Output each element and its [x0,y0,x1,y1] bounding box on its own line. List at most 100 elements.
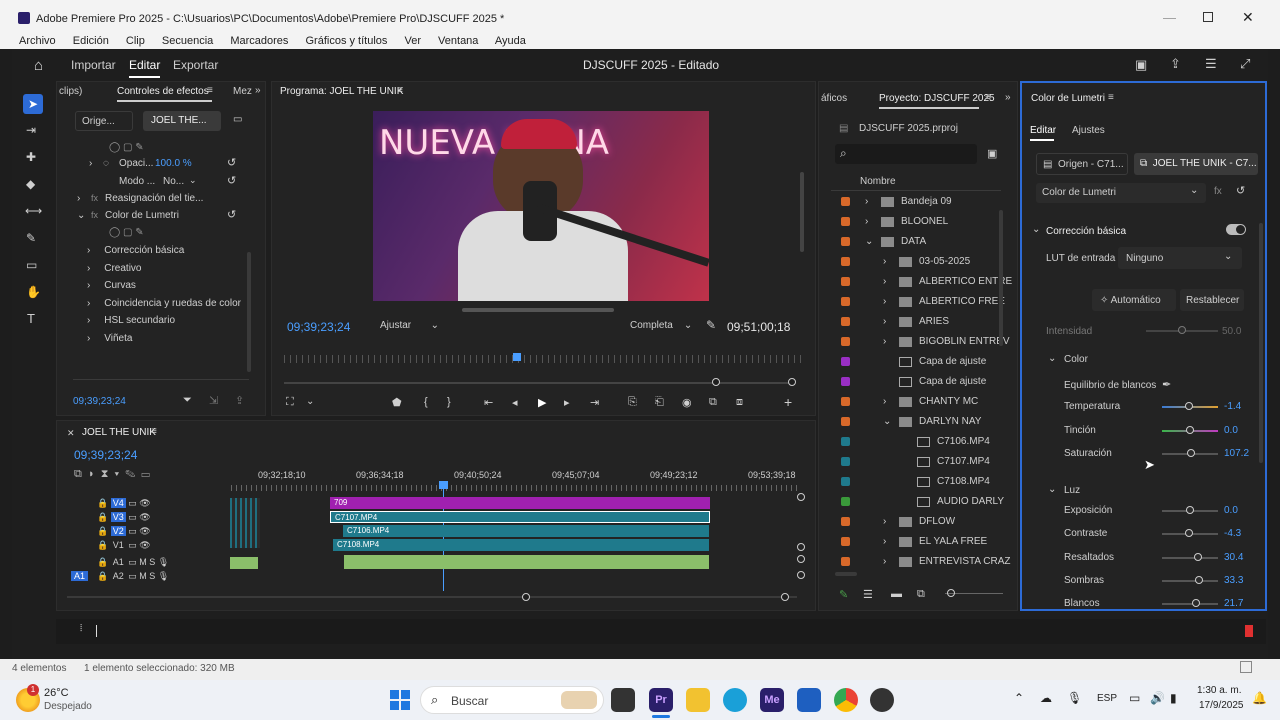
slider-knob[interactable] [1194,552,1203,561]
status-icon[interactable] [1240,661,1252,673]
tab-settings-lumetri[interactable]: Ajustes [1072,125,1105,136]
clip-v4[interactable]: 709 [330,497,710,509]
more-panels-icon[interactable]: » [255,85,261,96]
text-tool-icon[interactable]: T [27,311,35,326]
label-color-swatch[interactable] [841,337,850,346]
timeline-hscroll[interactable] [67,596,797,598]
clip-v3[interactable]: C7107.MP4 [330,511,710,523]
effects-scrollbar[interactable] [247,252,251,372]
maximize-icon[interactable] [1203,12,1213,22]
menu-archivo[interactable]: Archivo [19,35,56,47]
timeline-ruler[interactable]: 09;32;18;10 09;36;34;18 09;40;50;24 09;45;0… [231,467,801,487]
store-icon[interactable] [797,688,821,712]
label-color-swatch[interactable] [841,377,850,386]
project-search-input[interactable] [835,144,977,164]
clip-v2[interactable]: C7106.MP4 [343,525,709,537]
battery-icon[interactable]: ▮ [1170,691,1177,705]
track-v4-controls[interactable]: 🔒 V4 ▭ 👁 [97,498,151,509]
slider-value[interactable]: 33.3 [1224,575,1243,586]
close-sequence-icon[interactable]: ✕ [67,428,75,439]
tab-mez[interactable]: Mez [233,86,252,97]
reset-lumetri-icon[interactable]: ↺ [227,208,236,221]
menu-ayuda[interactable]: Ayuda [495,35,526,47]
tab-edit-lumetri[interactable]: Editar [1030,125,1056,136]
project-hscroll[interactable] [835,572,857,576]
slider-knob[interactable] [1184,529,1193,538]
lumetri-item-wheels[interactable]: › Coincidencia y ruedas de color [87,298,241,309]
sequence-tab[interactable]: JOEL THE... [143,111,221,131]
sequence-menu-icon[interactable]: ≡ [151,426,157,437]
expand-arrow-icon[interactable]: › [865,196,868,207]
intensity-value[interactable]: 50.0 [1222,326,1241,337]
project-item[interactable]: ⌄ DARLYN NAY [819,412,1004,432]
mark-out-icon[interactable]: } [447,396,451,408]
ripple-icon[interactable]: ⇲ [209,394,218,407]
slider-knob[interactable] [1184,402,1193,410]
expand-arrow-icon[interactable]: › [883,536,886,547]
menu-ver[interactable]: Ver [404,35,421,47]
project-item[interactable]: › BLOONEL [819,212,1004,232]
lumetri-seq-tab[interactable]: ⧉ JOEL THE UNIK - C7... [1134,153,1258,175]
short-clips-cluster[interactable] [230,498,260,548]
selection-tool-icon[interactable]: ➤ [23,94,43,114]
lumetri-item-curves[interactable]: › Curvas [87,280,136,291]
comparison-view-icon[interactable]: ⧉ [709,396,717,409]
v-zoom-top[interactable] [797,493,805,501]
rectangle-icon[interactable]: ▭ [26,258,37,272]
fit-dropdown[interactable]: Ajustar ⌄ [380,320,439,331]
edit-tab[interactable]: Editar [129,58,160,72]
tab-effect-controls[interactable]: Controles de efectos [117,86,209,97]
label-color-swatch[interactable] [841,237,850,246]
timeline-timecode[interactable]: 09;39;23;24 [74,448,137,462]
project-item[interactable]: AUDIO DARLY [819,492,1004,512]
slider-value[interactable]: 21.7 [1224,598,1243,609]
new-bin-icon[interactable]: ▣ [987,147,997,160]
zoom-handle-left[interactable] [712,378,720,386]
quick-export-icon[interactable]: ▣ [1135,57,1147,73]
project-item[interactable]: C7108.MP4 [819,472,1004,492]
program-menu-icon[interactable]: ≡ [397,85,403,96]
v-zoom-bottom[interactable] [797,571,805,579]
v-zoom-mid[interactable] [797,543,805,551]
label-color-swatch[interactable] [841,417,850,426]
extract-icon[interactable]: ⎗ [655,396,664,409]
go-to-out-icon[interactable]: ⇥ [590,396,599,409]
filter-icon[interactable]: ⏷ [183,394,192,407]
lumetri-menu-icon[interactable]: ≡ [1108,92,1114,103]
premiere-taskbar-icon[interactable]: Pr [649,688,673,712]
playhead-handle[interactable] [439,481,448,489]
light-section-heading[interactable]: Luz [1064,485,1080,496]
project-item[interactable]: › EL YALA FREE [819,532,1004,552]
basic-correction-heading[interactable]: Corrección básica [1046,226,1126,237]
panel-view-icon[interactable]: ▭ [233,114,242,125]
language-indicator[interactable]: ESP [1097,693,1117,704]
track-v3-controls[interactable]: 🔒 V3 ▭ 👁 [97,512,151,523]
project-item[interactable]: › Bandeja 09 [819,192,1004,212]
menu-edicion[interactable]: Edición [73,35,109,47]
slider-knob[interactable] [1192,599,1201,608]
expand-arrow-icon[interactable]: › [883,316,886,327]
effects-timecode[interactable]: 09;39;23;24 [73,396,126,407]
label-color-swatch[interactable] [841,277,850,286]
slider-knob[interactable] [1187,449,1196,457]
collapse-lumetri-icon[interactable]: ⌄ [77,210,85,221]
fx-toggle-icon[interactable]: fx [1214,186,1222,197]
menu-graficos[interactable]: Gráficos y títulos [305,35,387,47]
audio-clip-a1[interactable] [344,555,709,569]
label-color-swatch[interactable] [841,477,850,486]
menu-marcadores[interactable]: Marcadores [230,35,288,47]
project-item[interactable]: › ALBERTICO FREE [819,292,1005,312]
slider-track[interactable] [1162,556,1218,559]
menu-secuencia[interactable]: Secuencia [162,35,213,47]
project-menu-icon[interactable]: ≡ [985,92,991,103]
add-button-icon[interactable]: + [784,394,792,410]
meter-icon[interactable]: ⦙ [80,623,82,634]
write-icon[interactable]: ✎ [839,588,848,601]
expand-time-remap-icon[interactable]: › [77,193,80,204]
step-forward-icon[interactable]: ▸ [564,396,570,409]
expand-arrow-icon[interactable]: › [883,276,886,287]
track-a2-controls[interactable]: 🔒 A2 ▭ M S 🎙 [97,571,169,582]
freeform-view-icon[interactable]: ⧉ [917,588,925,601]
label-color-swatch[interactable] [841,317,850,326]
slip-icon[interactable]: ⟷ [25,204,42,218]
